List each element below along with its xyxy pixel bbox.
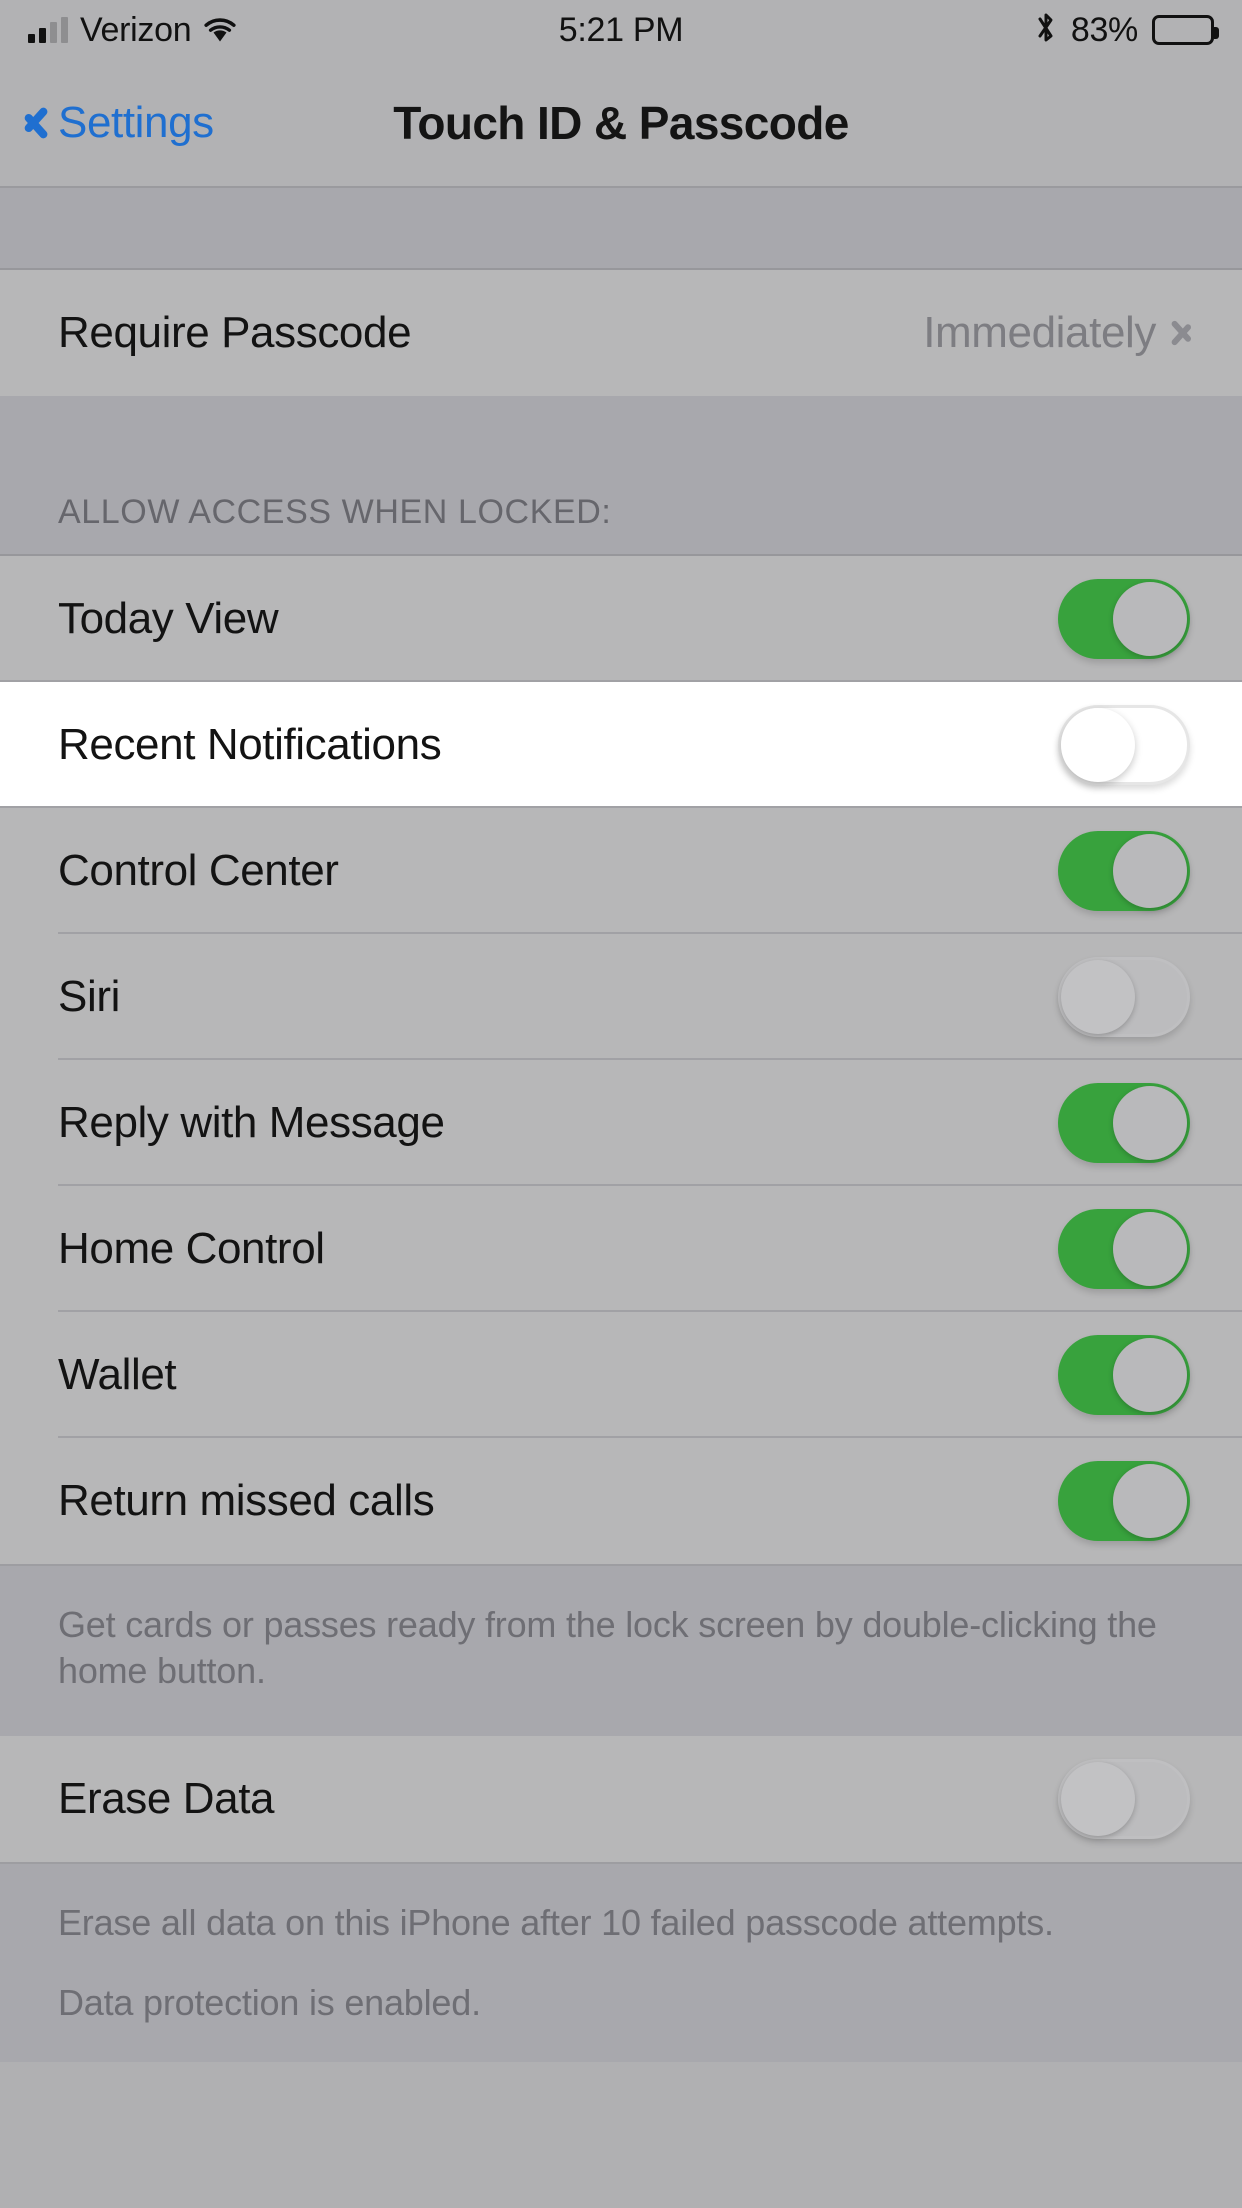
row-wallet[interactable]: Wallet — [0, 1312, 1242, 1438]
row-home-control[interactable]: Home Control — [0, 1186, 1242, 1312]
toggle-knob — [1061, 708, 1135, 782]
toggle-today-view[interactable] — [1058, 579, 1190, 659]
toggle-knob — [1113, 1464, 1187, 1538]
status-bar-right: 83% — [1035, 10, 1219, 50]
erase-data-footer-line-1: Erase all data on this iPhone after 10 f… — [58, 1902, 1054, 1943]
row-label: Today View — [58, 594, 279, 643]
row-erase-data[interactable]: Erase Data — [0, 1736, 1242, 1862]
require-passcode-value: Immediately — [923, 308, 1156, 357]
row-return-missed-calls[interactable]: Return missed calls — [0, 1438, 1242, 1564]
row-today-view[interactable]: Today View — [0, 556, 1242, 682]
battery-icon — [1152, 15, 1219, 45]
back-button[interactable]: Settings — [0, 98, 214, 148]
erase-data-label: Erase Data — [58, 1774, 275, 1823]
row-siri[interactable]: Siri — [0, 934, 1242, 1060]
status-bar: Verizon 5:21 PM 83% — [0, 0, 1242, 60]
clock: 5:21 PM — [558, 10, 684, 49]
cellular-signal-icon — [28, 17, 68, 43]
toggle-control-center[interactable] — [1058, 831, 1190, 911]
row-recent-notifications[interactable]: Recent Notifications — [0, 682, 1242, 808]
allow-access-section-header: ALLOW ACCESS WHEN LOCKED: — [0, 396, 1242, 556]
row-reply-with-message[interactable]: Reply with Message — [0, 1060, 1242, 1186]
erase-data-footer-line-2: Data protection is enabled. — [58, 1982, 481, 2024]
allow-access-footer: Get cards or passes ready from the lock … — [0, 1564, 1242, 1736]
allow-access-footer-text: Get cards or passes ready from the lock … — [58, 1604, 1157, 1692]
erase-data-toggle[interactable] — [1058, 1759, 1190, 1839]
require-passcode-group: Require Passcode Immediately — [0, 270, 1242, 396]
chevron-left-icon — [22, 101, 48, 145]
chevron-right-icon — [1170, 313, 1192, 353]
toggle-wallet[interactable] — [1058, 1335, 1190, 1415]
toggle-home-control[interactable] — [1058, 1209, 1190, 1289]
row-label: Control Center — [58, 846, 339, 895]
erase-data-group: Erase Data — [0, 1736, 1242, 1862]
row-label: Home Control — [58, 1224, 325, 1273]
back-button-label: Settings — [58, 98, 214, 147]
row-require-passcode[interactable]: Require Passcode Immediately — [0, 270, 1242, 396]
row-label: Siri — [58, 972, 120, 1021]
toggle-knob — [1061, 960, 1135, 1034]
battery-percent: 83% — [1070, 10, 1138, 49]
carrier-name: Verizon — [80, 10, 192, 49]
status-bar-left: Verizon — [28, 11, 237, 50]
allow-access-list: Today View Recent Notifications Control Ce… — [0, 556, 1242, 1564]
toggle-knob — [1113, 582, 1187, 656]
top-spacer — [0, 188, 1242, 270]
erase-data-footer: Erase all data on this iPhone after 10 f… — [0, 1862, 1242, 2062]
toggle-knob — [1113, 1338, 1187, 1412]
row-label: Reply with Message — [58, 1098, 445, 1147]
toggle-knob — [1113, 834, 1187, 908]
toggle-recent-notifications[interactable] — [1058, 705, 1190, 785]
row-label: Return missed calls — [58, 1476, 435, 1525]
toggle-knob — [1113, 1212, 1187, 1286]
iphone-settings-screen: Verizon 5:21 PM 83% Settings Touch ID & … — [0, 0, 1242, 2208]
allow-access-header-label: ALLOW ACCESS WHEN LOCKED: — [58, 493, 612, 531]
toggle-siri[interactable] — [1058, 957, 1190, 1037]
require-passcode-label: Require Passcode — [58, 308, 412, 357]
toggle-return-missed-calls[interactable] — [1058, 1461, 1190, 1541]
toggle-reply-with-message[interactable] — [1058, 1083, 1190, 1163]
wifi-icon — [203, 17, 237, 43]
row-control-center[interactable]: Control Center — [0, 808, 1242, 934]
bluetooth-icon — [1035, 11, 1057, 50]
row-label: Wallet — [58, 1350, 177, 1399]
row-label: Recent Notifications — [58, 720, 442, 769]
navigation-bar: Settings Touch ID & Passcode — [0, 60, 1242, 188]
toggle-knob — [1113, 1086, 1187, 1160]
